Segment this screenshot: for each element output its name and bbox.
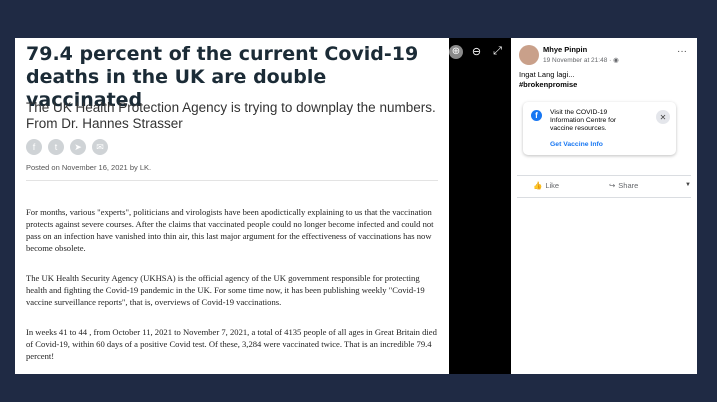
article-divider: [26, 180, 438, 181]
email-icon: ✉: [92, 139, 108, 155]
action-divider-bottom: [517, 197, 691, 198]
covid-info-text: Visit the COVID-19 Information Centre fo…: [550, 109, 617, 132]
article-paragraph-2: The UK Health Security Agency (UKHSA) is…: [26, 273, 425, 307]
telegram-icon: ➤: [70, 139, 86, 155]
action-divider-top: [517, 175, 691, 176]
share-arrow-icon: ↪: [609, 181, 616, 190]
article-posted-date: Posted on November 16, 2021 by LK.: [26, 163, 152, 172]
get-vaccine-info-link[interactable]: Get Vaccine Info: [550, 141, 603, 148]
article-image: 79.4 percent of the current Covid-19 dea…: [15, 38, 449, 374]
article-subtitle: The UK Health Protection Agency is tryin…: [26, 100, 436, 131]
post-text-line: Ingat Lang lagi...: [519, 70, 575, 79]
facebook-logo-icon: f: [531, 110, 542, 121]
post-text: Ingat Lang lagi... #brokenpromise: [519, 70, 577, 90]
share-label: Share: [618, 181, 639, 190]
zoom-in-icon[interactable]: ⊕: [449, 44, 463, 59]
photo-viewer: 79.4 percent of the current Covid-19 dea…: [15, 38, 697, 374]
post-author[interactable]: Mhye Pinpin: [543, 45, 587, 54]
twitter-icon: t: [48, 139, 64, 155]
viewer-controls: ⊕ ⊖ ⤢: [449, 44, 505, 59]
chevron-down-icon[interactable]: ▼: [685, 182, 691, 188]
post-timestamp[interactable]: 19 November at 21:48 · ◉: [543, 56, 619, 64]
covid-info-card: f Visit the COVID-19 Information Centre …: [523, 102, 676, 155]
more-options-icon[interactable]: ···: [677, 46, 687, 57]
thumbs-up-icon: 👍: [533, 181, 543, 190]
zoom-out-icon[interactable]: ⊖: [469, 44, 484, 59]
post-hashtag[interactable]: #brokenpromise: [519, 80, 577, 90]
post-sidebar: Mhye Pinpin 19 November at 21:48 · ◉ ···…: [511, 38, 697, 374]
like-button[interactable]: 👍 Like: [533, 181, 559, 190]
article-paragraph-1: For months, various "experts", politicia…: [26, 207, 434, 253]
facebook-icon: f: [26, 139, 42, 155]
fullscreen-icon[interactable]: ⤢: [490, 44, 505, 59]
avatar[interactable]: [519, 45, 539, 65]
share-icons-row: f t ➤ ✉: [26, 139, 108, 155]
like-label: Like: [545, 181, 560, 190]
article-paragraph-3: In weeks 41 to 44 , from October 11, 202…: [26, 327, 437, 361]
share-button[interactable]: ↪ Share: [609, 181, 638, 190]
close-icon[interactable]: ✕: [656, 110, 670, 124]
